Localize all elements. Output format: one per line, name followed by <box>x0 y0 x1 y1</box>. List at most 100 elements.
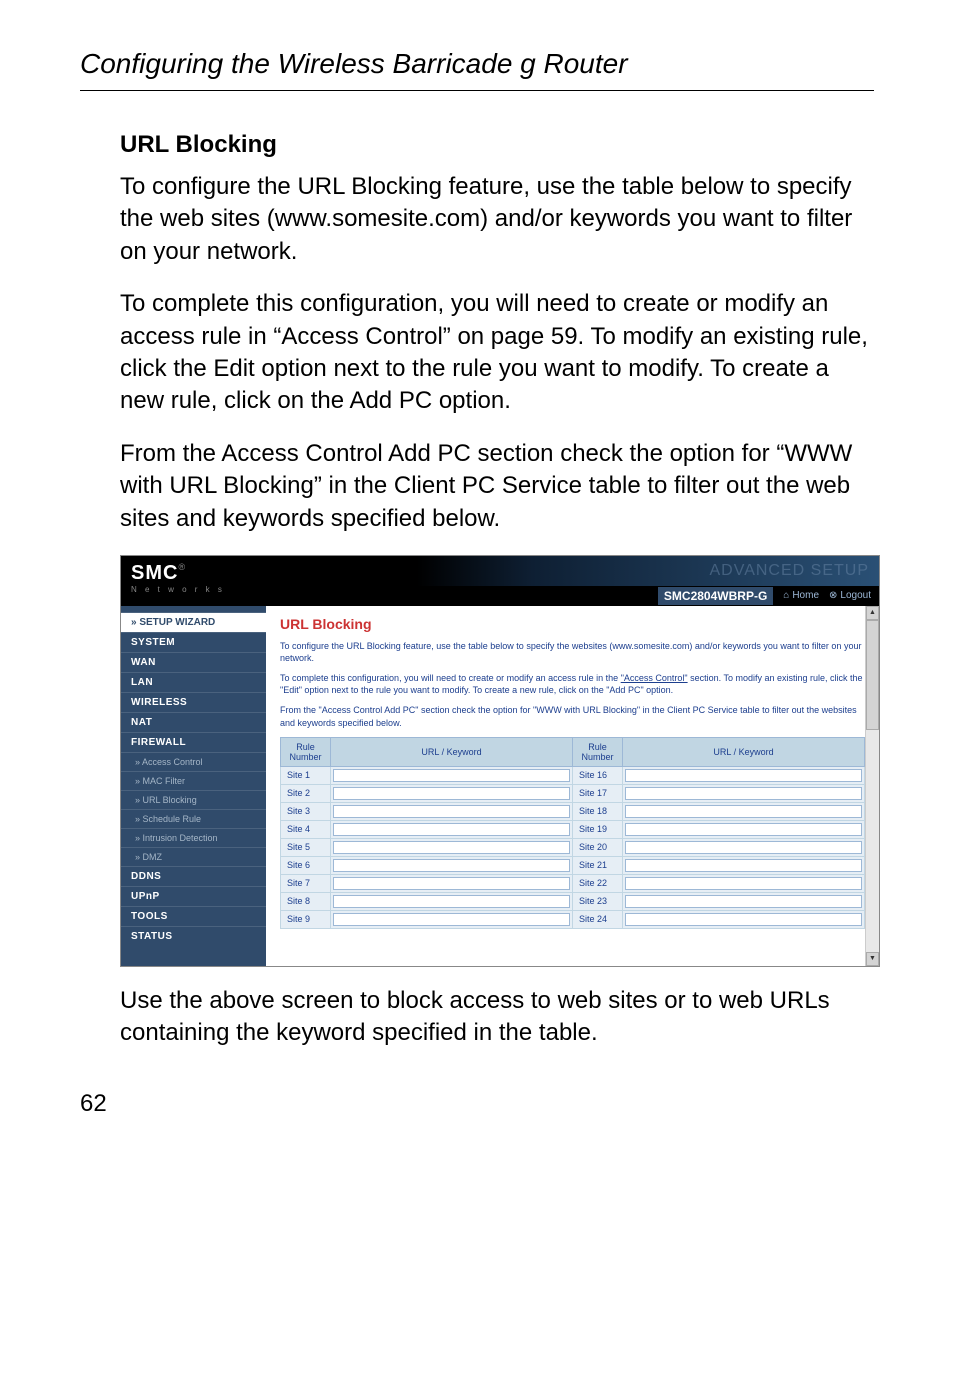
rule-number-cell: Site 8 <box>281 892 331 910</box>
url-keyword-cell <box>331 766 573 784</box>
url-keyword-cell <box>623 874 865 892</box>
page-number: 62 <box>80 1090 874 1118</box>
url-keyword-cell <box>623 802 865 820</box>
url-keyword-cell <box>623 892 865 910</box>
model-badge: SMC2804WBRP-G <box>658 587 773 605</box>
col-rule-number-right: Rule Number <box>573 737 623 766</box>
sidebar-item[interactable]: » DMZ <box>121 847 266 866</box>
home-label: Home <box>792 590 819 601</box>
url-keyword-input[interactable] <box>333 841 570 854</box>
url-keyword-input[interactable] <box>625 769 862 782</box>
url-keyword-input[interactable] <box>333 913 570 926</box>
url-keyword-cell <box>623 910 865 928</box>
rule-number-cell: Site 16 <box>573 766 623 784</box>
url-keyword-input[interactable] <box>333 805 570 818</box>
sidebar-item[interactable]: » SETUP WIZARD <box>121 612 266 632</box>
col-url-keyword-right: URL / Keyword <box>623 737 865 766</box>
url-keyword-cell <box>331 802 573 820</box>
section-heading: URL Blocking <box>120 131 874 159</box>
url-keyword-input[interactable] <box>333 895 570 908</box>
rule-number-cell: Site 6 <box>281 856 331 874</box>
url-keyword-cell <box>331 874 573 892</box>
sidebar-item[interactable]: SYSTEM <box>121 632 266 652</box>
url-keyword-input[interactable] <box>333 769 570 782</box>
url-keyword-cell <box>331 892 573 910</box>
url-keyword-input[interactable] <box>625 895 862 908</box>
url-keyword-input[interactable] <box>625 841 862 854</box>
sidebar-item[interactable]: NAT <box>121 712 266 732</box>
panel-title: URL Blocking <box>280 616 865 632</box>
url-keyword-input[interactable] <box>625 859 862 872</box>
col-rule-number-left: Rule Number <box>281 737 331 766</box>
rule-number-cell: Site 7 <box>281 874 331 892</box>
panel-text-2: To complete this configuration, you will… <box>280 672 865 696</box>
sidebar-item[interactable]: » URL Blocking <box>121 790 266 809</box>
sidebar-item[interactable]: » Schedule Rule <box>121 809 266 828</box>
sidebar-item[interactable]: DDNS <box>121 866 266 886</box>
url-keyword-input[interactable] <box>333 823 570 836</box>
home-button[interactable]: ⌂ Home <box>783 590 819 601</box>
rule-number-cell: Site 3 <box>281 802 331 820</box>
sidebar-item[interactable]: » MAC Filter <box>121 771 266 790</box>
scroll-up-button[interactable]: ▲ <box>866 606 879 620</box>
logo-text: SMC <box>131 562 178 584</box>
title-underline <box>80 90 874 91</box>
main-panel: URL Blocking To configure the URL Blocki… <box>266 606 879 966</box>
rule-number-cell: Site 1 <box>281 766 331 784</box>
registered-icon: ® <box>178 562 185 572</box>
rule-number-cell: Site 24 <box>573 910 623 928</box>
url-keyword-input[interactable] <box>333 787 570 800</box>
sidebar-item[interactable]: LAN <box>121 672 266 692</box>
sidebar-item[interactable]: » Access Control <box>121 752 266 771</box>
sidebar-item[interactable]: FIREWALL <box>121 732 266 752</box>
logout-icon: ⊗ <box>829 590 837 601</box>
rule-number-cell: Site 23 <box>573 892 623 910</box>
page-title: Configuring the Wireless Barricade g Rou… <box>80 48 874 80</box>
paragraph-3: From the Access Control Add PC section c… <box>120 438 874 535</box>
url-keyword-cell <box>331 784 573 802</box>
url-keyword-cell <box>623 820 865 838</box>
rule-number-cell: Site 20 <box>573 838 623 856</box>
url-keyword-cell <box>331 820 573 838</box>
sidebar-item[interactable]: TOOLS <box>121 906 266 926</box>
sidebar-item[interactable]: » Intrusion Detection <box>121 828 266 847</box>
logout-button[interactable]: ⊗ Logout <box>829 590 871 601</box>
url-keyword-input[interactable] <box>625 787 862 800</box>
url-keyword-cell <box>331 838 573 856</box>
rule-number-cell: Site 17 <box>573 784 623 802</box>
banner-title: ADVANCED SETUP <box>709 562 869 580</box>
scrollbar[interactable]: ▲ ▼ <box>865 606 879 966</box>
sidebar: » SETUP WIZARDSYSTEMWANLANWIRELESSNATFIR… <box>121 606 266 966</box>
paragraph-1: To configure the URL Blocking feature, u… <box>120 171 874 268</box>
panel-text-3: From the "Access Control Add PC" section… <box>280 704 865 728</box>
sidebar-item[interactable]: WIRELESS <box>121 692 266 712</box>
rule-number-cell: Site 18 <box>573 802 623 820</box>
url-keyword-input[interactable] <box>333 877 570 890</box>
logo-subtitle: N e t w o r k s <box>131 585 291 594</box>
sidebar-item[interactable]: WAN <box>121 652 266 672</box>
url-keyword-input[interactable] <box>333 859 570 872</box>
router-admin-screenshot: SMC® N e t w o r k s ADVANCED SETUP SMC2… <box>120 555 880 967</box>
sidebar-item[interactable]: STATUS <box>121 926 266 946</box>
url-keyword-input[interactable] <box>625 823 862 836</box>
access-control-link[interactable]: "Access Control" <box>621 673 688 683</box>
url-keyword-input[interactable] <box>625 913 862 926</box>
url-keyword-cell <box>623 838 865 856</box>
rule-number-cell: Site 19 <box>573 820 623 838</box>
url-keyword-cell <box>331 910 573 928</box>
sidebar-item[interactable]: UPnP <box>121 886 266 906</box>
url-keyword-cell <box>623 856 865 874</box>
home-icon: ⌂ <box>783 590 789 601</box>
rule-number-cell: Site 5 <box>281 838 331 856</box>
rule-number-cell: Site 4 <box>281 820 331 838</box>
rule-number-cell: Site 22 <box>573 874 623 892</box>
url-keyword-cell <box>623 784 865 802</box>
scroll-thumb[interactable] <box>866 620 879 730</box>
logout-label: Logout <box>840 590 871 601</box>
url-keyword-input[interactable] <box>625 805 862 818</box>
panel-text-1: To configure the URL Blocking feature, u… <box>280 640 865 664</box>
rule-number-cell: Site 9 <box>281 910 331 928</box>
url-keyword-input[interactable] <box>625 877 862 890</box>
scroll-down-button[interactable]: ▼ <box>866 952 879 966</box>
rule-number-cell: Site 21 <box>573 856 623 874</box>
